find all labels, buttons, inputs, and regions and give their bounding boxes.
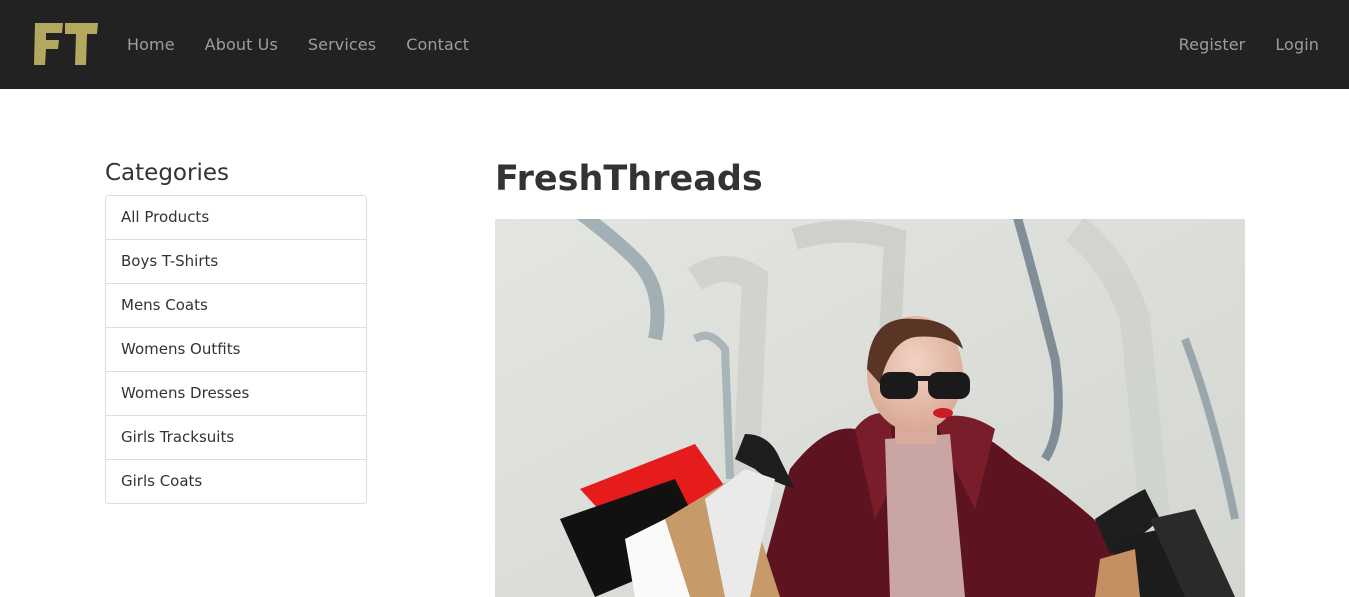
- hero-image: [495, 219, 1245, 597]
- ft-logo-icon: [34, 23, 98, 65]
- categories-heading: Categories: [105, 160, 229, 186]
- page-title: FreshThreads: [495, 159, 763, 199]
- category-item-girls-coats[interactable]: Girls Coats: [106, 460, 366, 503]
- category-item-boys-t-shirts[interactable]: Boys T-Shirts: [106, 240, 366, 284]
- nav-link-login[interactable]: Login: [1275, 35, 1319, 54]
- nav-link-home[interactable]: Home: [127, 35, 175, 54]
- nav-primary-links: Home About Us Services Contact: [127, 0, 499, 89]
- shopping-woman-illustration: [495, 219, 1245, 597]
- category-item-girls-tracksuits[interactable]: Girls Tracksuits: [106, 416, 366, 460]
- category-item-womens-outfits[interactable]: Womens Outfits: [106, 328, 366, 372]
- category-item-womens-dresses[interactable]: Womens Dresses: [106, 372, 366, 416]
- nav-account-links: Register Login: [1149, 0, 1319, 89]
- category-item-mens-coats[interactable]: Mens Coats: [106, 284, 366, 328]
- category-item-all-products[interactable]: All Products: [106, 196, 366, 240]
- nav-link-register[interactable]: Register: [1179, 35, 1246, 54]
- nav-link-about-us[interactable]: About Us: [205, 35, 278, 54]
- category-list: All Products Boys T-Shirts Mens Coats Wo…: [105, 195, 367, 504]
- nav-link-services[interactable]: Services: [308, 35, 376, 54]
- brand-logo[interactable]: [32, 20, 100, 68]
- nav-link-contact[interactable]: Contact: [406, 35, 469, 54]
- top-navbar: Home About Us Services Contact Register …: [0, 0, 1349, 89]
